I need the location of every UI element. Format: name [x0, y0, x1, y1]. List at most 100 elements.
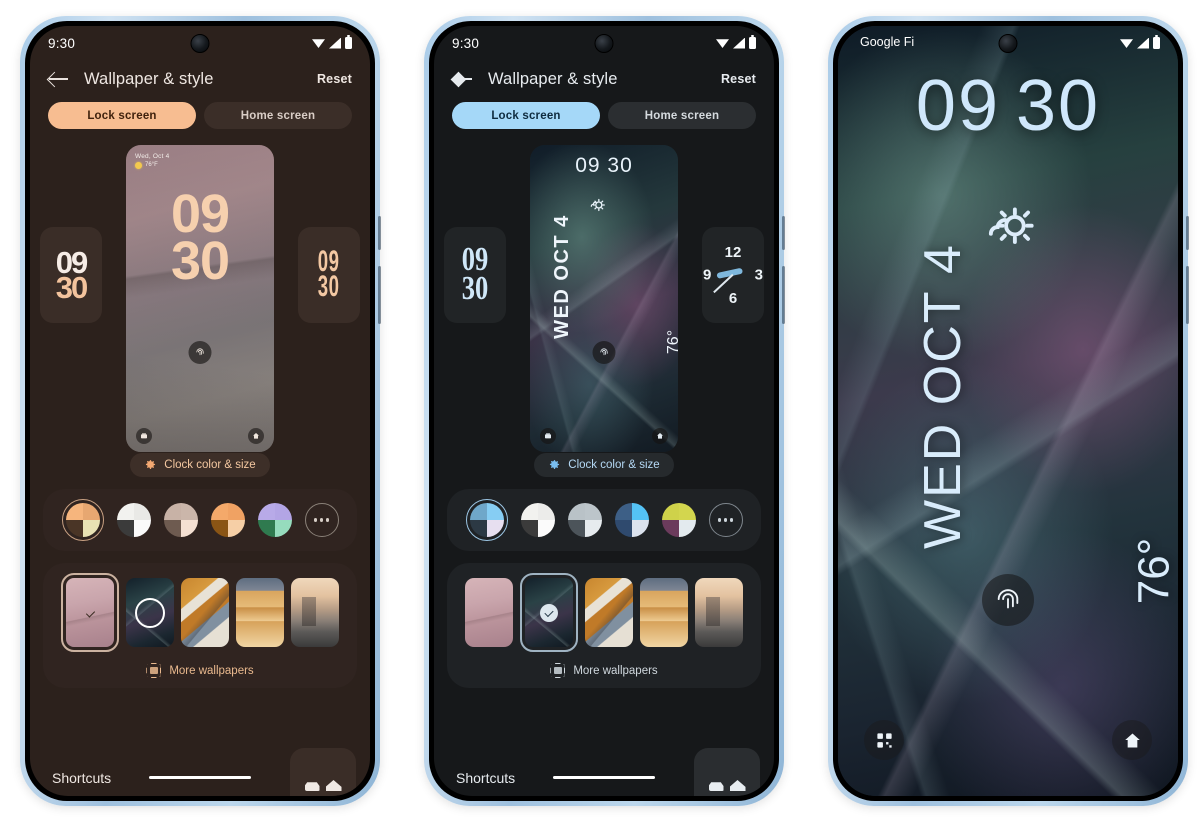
wallpaper-desert-dune[interactable]: [236, 578, 284, 647]
clock-minutes: 30: [55, 270, 89, 305]
preview-temp: 76°: [664, 329, 678, 354]
wallpaper-dunes-pink[interactable]: [61, 573, 119, 652]
clock-style-serif: 09 30: [461, 243, 489, 307]
swatch-taupe-theme[interactable]: [163, 503, 198, 537]
clock-style-analog: 12 3 6 9: [703, 244, 763, 307]
tab-lock-screen[interactable]: Lock screen: [452, 102, 600, 129]
clock-style-next[interactable]: 12 3 6 9: [702, 227, 764, 323]
front-camera: [594, 34, 614, 53]
preview-clock: 09 30: [575, 153, 633, 177]
swatch-peach-theme[interactable]: [61, 499, 104, 541]
status-icons: [716, 35, 756, 49]
phones-stage: 9:30 Wallpaper & style Reset Lock screen…: [0, 0, 1200, 820]
lock-clock-minutes: 30: [1016, 66, 1101, 146]
tab-lock-screen[interactable]: Lock screen: [48, 102, 196, 129]
nav-chip-2: [694, 748, 760, 796]
wallpaper-crystal[interactable]: [126, 578, 174, 647]
phone-3: Google Fi 09 30 WED OCT 4 76°: [828, 16, 1189, 806]
tab-home-screen[interactable]: Home screen: [608, 102, 756, 129]
carrier-label: Google Fi: [860, 35, 915, 49]
wallpaper-abstract[interactable]: [585, 578, 633, 647]
wallpaper-dunes-pink[interactable]: [465, 578, 513, 647]
lock-date: WED OCT 4: [913, 243, 972, 549]
fingerprint-icon[interactable]: [188, 340, 212, 364]
screen-tabs-1: Lock screen Home screen: [30, 94, 370, 139]
clock-minutes: 30: [461, 270, 489, 307]
gesture-bar[interactable]: [553, 776, 655, 779]
wallpaper-crystal[interactable]: [520, 573, 578, 652]
power-button[interactable]: [378, 266, 381, 324]
clock-style-previous[interactable]: 09 30: [444, 227, 506, 323]
battery-icon: [749, 35, 756, 49]
wallpaper-cityscape[interactable]: [291, 578, 339, 647]
swatch-violet-theme[interactable]: [257, 503, 292, 537]
status-time: 9:30: [452, 35, 480, 51]
reset-button[interactable]: Reset: [317, 72, 352, 86]
swatch-lime-theme[interactable]: [661, 503, 696, 537]
gesture-bar[interactable]: [149, 776, 251, 779]
analog-numeral-3: 3: [754, 266, 763, 284]
more-colors-button[interactable]: [708, 503, 743, 537]
status-time: 9:30: [48, 35, 76, 51]
wallpaper-abstract[interactable]: [181, 578, 229, 647]
status-icons: [1120, 35, 1160, 49]
swatch-mono-theme[interactable]: [520, 503, 555, 537]
lock-screen-preview-1[interactable]: Wed, Oct 4 76°F 09 30: [126, 144, 274, 452]
footer-2: Shortcuts: [434, 744, 774, 796]
home-icon[interactable]: [325, 780, 342, 791]
analog-numeral-6: 6: [728, 290, 738, 307]
clock-carousel-2: 09 30 09 30 WED OCT 4 76° 12 3 6 9: [434, 139, 774, 457]
swatch-gray-theme[interactable]: [567, 503, 602, 537]
reset-button[interactable]: Reset: [721, 72, 756, 86]
swatch-skyblue-theme[interactable]: [614, 503, 649, 537]
gear-icon: [550, 459, 560, 469]
home-icon[interactable]: [248, 427, 264, 444]
phone-1: 9:30 Wallpaper & style Reset Lock screen…: [20, 16, 381, 806]
gear-icon: [146, 459, 156, 469]
preview-shortcuts: [126, 427, 274, 444]
qr-scanner-icon[interactable]: [864, 720, 904, 760]
shortcuts-label[interactable]: Shortcuts: [52, 770, 111, 786]
home-icon[interactable]: [652, 427, 668, 444]
power-button[interactable]: [782, 266, 785, 324]
clock-carousel-1: 09 30 Wed, Oct 4 76°F 09 30 09 30: [30, 139, 370, 457]
swatch-orange-theme[interactable]: [210, 503, 245, 537]
fingerprint-icon[interactable]: [982, 574, 1034, 626]
wallpaper-thumbs-2: [447, 573, 761, 652]
swatch-mono-theme[interactable]: [116, 503, 151, 537]
volume-button[interactable]: [782, 216, 785, 250]
preview-temp: 76°F: [145, 162, 158, 168]
lock-clock-hours: 09: [915, 66, 1000, 146]
page-title: Wallpaper & style: [84, 69, 214, 88]
wallpaper-desert-dune[interactable]: [640, 578, 688, 647]
wallpaper-cityscape[interactable]: [695, 578, 743, 647]
fingerprint-icon[interactable]: [592, 340, 616, 364]
back-arrow-icon[interactable]: [452, 68, 474, 90]
more-wallpapers-button[interactable]: More wallpapers: [447, 663, 761, 678]
back-arrow-icon[interactable]: [48, 68, 70, 90]
home-icon[interactable]: [729, 780, 746, 791]
page-title: Wallpaper & style: [488, 69, 618, 88]
more-colors-button[interactable]: [304, 503, 339, 537]
wallet-icon[interactable]: [540, 427, 556, 444]
tab-home-screen[interactable]: Home screen: [204, 102, 352, 129]
clock-style-next[interactable]: 09 30: [298, 227, 360, 323]
more-wallpapers-label: More wallpapers: [169, 664, 254, 677]
power-button[interactable]: [1186, 266, 1189, 324]
volume-button[interactable]: [378, 216, 381, 250]
wifi-icon: [1120, 39, 1133, 48]
wallpaper-section-2: More wallpapers: [447, 563, 761, 688]
home-icon[interactable]: [1112, 720, 1152, 760]
front-camera: [998, 34, 1018, 53]
shortcuts-label[interactable]: Shortcuts: [456, 770, 515, 786]
google-icon[interactable]: [708, 782, 724, 791]
wallet-icon[interactable]: [136, 427, 152, 444]
more-wallpapers-button[interactable]: More wallpapers: [43, 663, 357, 678]
clock-style-previous[interactable]: 09 30: [40, 227, 102, 323]
lock-screen-preview-2[interactable]: 09 30 WED OCT 4 76°: [530, 144, 678, 452]
footer-1: Shortcuts: [30, 744, 370, 796]
volume-button[interactable]: [1186, 216, 1189, 250]
preview-clock-minutes: 30: [170, 231, 230, 292]
swatch-blue-theme[interactable]: [465, 499, 508, 541]
google-icon[interactable]: [304, 782, 320, 791]
